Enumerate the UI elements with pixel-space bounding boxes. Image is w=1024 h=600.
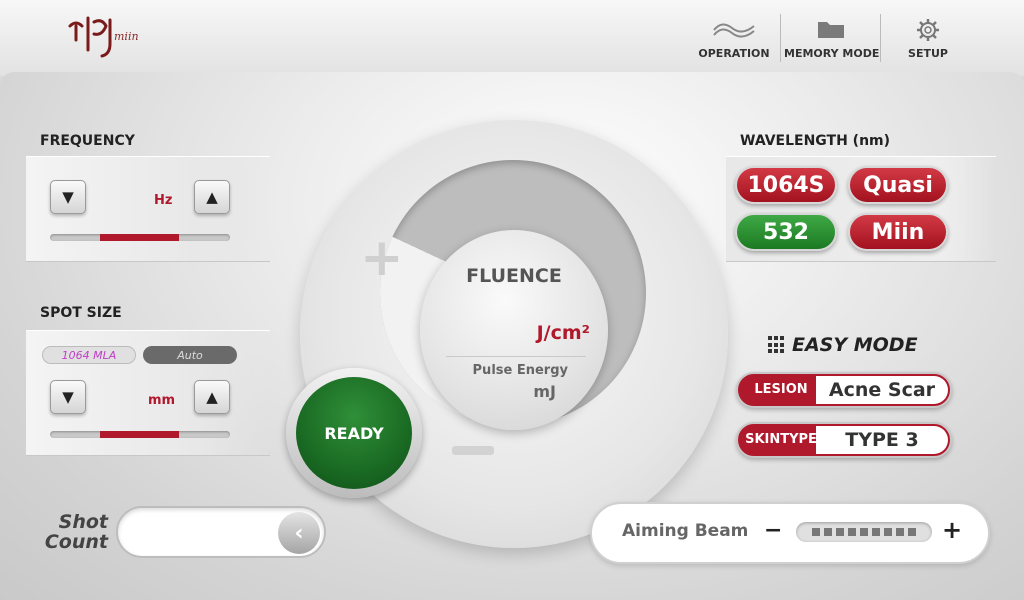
auto-tag[interactable]: Auto (143, 346, 237, 364)
easy-mode-label: EASY MODE (792, 334, 918, 356)
fluence-increase-button[interactable]: + (360, 232, 404, 284)
frequency-up-button[interactable]: ▲ (194, 180, 230, 214)
fluence-decrease-button[interactable] (452, 446, 494, 455)
aiming-beam-label: Aiming Beam (622, 521, 749, 541)
chevron-left-icon: ‹ (294, 520, 304, 546)
logo-text: miin (114, 30, 139, 43)
nav-divider (880, 14, 881, 62)
shot-count-label: Shot Count (40, 512, 108, 552)
nav-memory-mode-label: MEMORY MODE (784, 47, 880, 60)
skin-type-tag-line1: SKIN (745, 432, 781, 447)
top-bar: miin OPERATION MEMORY MODE SETUP (0, 0, 1024, 76)
spot-size-up-button[interactable]: ▲ (194, 380, 230, 414)
nav-operation[interactable]: OPERATION (698, 14, 770, 64)
nav-setup-label: SETUP (908, 47, 948, 60)
shot-count-reset-button[interactable]: ‹ (278, 512, 320, 554)
skin-type-selector[interactable]: SKIN TYPE TYPE 3 (736, 422, 952, 458)
shot-count-display: ‹ (116, 506, 326, 558)
fluence-divider (446, 356, 586, 357)
skin-type-tag-line2: TYPE (780, 432, 817, 447)
nav-setup[interactable]: SETUP (898, 14, 958, 64)
skin-type-value: TYPE 3 (816, 426, 948, 454)
nav-memory-mode[interactable]: MEMORY MODE (784, 14, 880, 64)
aiming-beam-level-bar[interactable] (796, 522, 932, 542)
spot-size-slider-fill (100, 431, 179, 438)
nav-operation-label: OPERATION (698, 47, 770, 60)
pulse-energy-label: Pulse Energy (472, 363, 568, 378)
wavelength-532-button[interactable]: 532 (735, 213, 837, 251)
folder-icon (818, 22, 844, 38)
spot-size-title: SPOT SIZE (40, 305, 122, 321)
shot-count-label-line2: Count (44, 531, 108, 553)
easy-mode-title[interactable]: EASY MODE (768, 334, 918, 356)
frequency-unit: Hz (154, 193, 173, 208)
frequency-title: FREQUENCY (40, 133, 135, 149)
grid-icon (768, 336, 786, 354)
gear-icon (917, 19, 939, 41)
lesion-tag: LESION (754, 382, 808, 397)
fluence-title: FLUENCE (466, 265, 562, 287)
fluence-unit: J/cm² (536, 322, 590, 344)
pulse-energy-unit: mJ (533, 382, 556, 401)
shot-count-label-line1: Shot (58, 511, 108, 533)
miin-logo (68, 16, 112, 58)
wavelength-quasi-button[interactable]: Quasi (848, 166, 948, 204)
spot-size-down-button[interactable]: ▼ (50, 380, 86, 414)
skin-type-tag: SKIN TYPE (745, 424, 817, 456)
frequency-slider-fill (100, 234, 179, 241)
mla-tag[interactable]: 1064 MLA (42, 346, 136, 364)
wavelength-title: WAVELENGTH (nm) (740, 133, 891, 149)
wave-icon (713, 23, 755, 38)
spot-size-slider[interactable] (50, 431, 230, 438)
frequency-down-button[interactable]: ▼ (50, 180, 86, 214)
aiming-beam-decrease-button[interactable]: − (764, 518, 782, 543)
frequency-slider[interactable] (50, 234, 230, 241)
wavelength-1064s-button[interactable]: 1064S (735, 166, 837, 204)
lesion-value: Acne Scar (816, 376, 948, 404)
wavelength-miin-button[interactable]: Miin (848, 213, 948, 251)
aiming-beam-increase-button[interactable]: + (942, 516, 962, 544)
nav-divider (780, 14, 781, 62)
ready-button[interactable]: READY (296, 377, 412, 489)
spot-size-unit: mm (148, 393, 176, 408)
lesion-selector[interactable]: LESION Acne Scar (736, 372, 952, 408)
